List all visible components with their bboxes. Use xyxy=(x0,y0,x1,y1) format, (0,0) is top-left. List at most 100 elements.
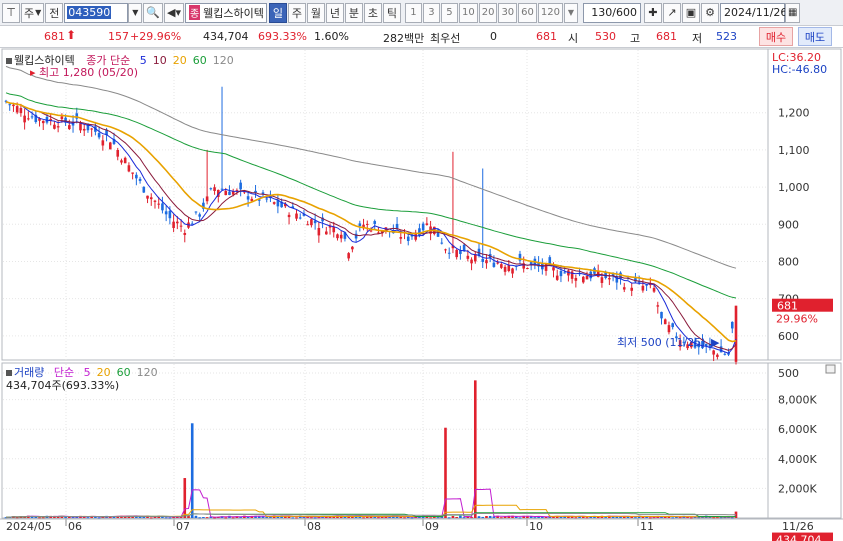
price-ma-legend-120: 120 xyxy=(212,54,234,67)
price-ma-legend-60: 60 xyxy=(192,54,207,67)
candle-body xyxy=(663,319,667,325)
x-axis-label: 06 xyxy=(68,520,82,533)
prev-button[interactable]: 전 xyxy=(45,2,64,23)
price-tick-label: 1,200 xyxy=(778,107,810,120)
candle-body xyxy=(138,178,142,181)
interval-tab-20[interactable]: 20 xyxy=(478,2,498,23)
volume-tick-label: 4,000K xyxy=(778,453,817,466)
volume-bar xyxy=(649,517,652,519)
candle-body xyxy=(544,263,548,271)
candle-body xyxy=(287,214,291,218)
price-ma-legend-5: 5 xyxy=(139,54,147,67)
interval-tab-1[interactable]: 1 xyxy=(404,2,422,23)
period-tab-5[interactable]: 초 xyxy=(363,2,382,23)
legend-square-icon xyxy=(6,58,12,64)
quote-bar: 681 ⬆ 157 +29.96% 434,704 693.33% 1.60% … xyxy=(0,26,843,48)
candle-body xyxy=(574,277,578,281)
hc-label: HC:-46.80 xyxy=(772,63,828,76)
candle-body xyxy=(503,266,507,272)
data-count-field[interactable]: 130/600 xyxy=(583,2,641,23)
candle-body xyxy=(161,203,164,211)
volume-bar xyxy=(68,516,71,518)
period-tab-3[interactable]: 년 xyxy=(325,2,344,23)
volume-bar xyxy=(403,517,406,519)
candle-body xyxy=(27,118,30,120)
chart-settings-icon[interactable]: ⊤ xyxy=(2,2,20,23)
candle-body xyxy=(23,115,26,123)
stock-code-input[interactable]: 043590 xyxy=(64,2,129,23)
candle-body xyxy=(246,196,250,200)
period-tab-1[interactable]: 주 xyxy=(287,2,306,23)
candle-body xyxy=(41,120,45,124)
turnover-rate: 1.60% xyxy=(314,30,349,43)
candle-body xyxy=(641,285,645,291)
stock-name-field[interactable]: 종 웰킵스하이텍 xyxy=(184,2,267,23)
period-tab-2[interactable]: 월 xyxy=(306,2,325,23)
period-tab-4[interactable]: 분 xyxy=(344,2,363,23)
x-axis-label: 09 xyxy=(425,520,439,533)
interval-tab-30[interactable]: 30 xyxy=(498,2,518,23)
volume-ma-legend-120: 120 xyxy=(136,366,158,379)
interval-tab-3[interactable]: 3 xyxy=(422,2,440,23)
candle-body xyxy=(347,253,350,259)
candle-body xyxy=(712,350,715,355)
gear-icon[interactable]: ⚙ xyxy=(701,2,719,23)
candle-body xyxy=(325,231,328,235)
calendar-icon[interactable]: ▦ xyxy=(785,2,801,23)
speaker-icon[interactable]: ◀▾ xyxy=(163,2,184,23)
interval-tab-60[interactable]: 60 xyxy=(518,2,537,23)
interval-tab-120[interactable]: 120 xyxy=(537,2,563,23)
interval-dropdown-icon[interactable]: ▼ xyxy=(564,2,578,23)
period-tab-0[interactable]: 일 xyxy=(268,2,287,23)
volume-bar xyxy=(168,517,172,519)
code-dropdown-icon[interactable]: ▼ xyxy=(128,2,143,23)
volume-bar xyxy=(295,517,298,519)
volume-bar xyxy=(462,517,466,519)
volume-bar xyxy=(716,517,719,519)
price-tick-label: 1,100 xyxy=(778,144,810,157)
volume-bar xyxy=(585,517,589,519)
stock-chart[interactable]: 1,2001,1001,0009008007006005008,000K6,00… xyxy=(0,48,843,541)
preferred-value: 0 xyxy=(490,30,497,43)
volume-bar xyxy=(194,515,198,518)
x-axis-label: 10 xyxy=(529,520,543,533)
candle-body xyxy=(462,244,466,251)
volume-bar xyxy=(671,517,674,519)
volume-bar xyxy=(641,516,645,518)
candle-body xyxy=(164,211,168,215)
candle-body xyxy=(198,214,201,217)
volume-bar xyxy=(481,516,485,518)
period-tab-6[interactable]: 틱 xyxy=(382,2,401,23)
price-tick-label: 1,000 xyxy=(778,181,810,194)
candle-body xyxy=(656,305,660,307)
volume-bar xyxy=(488,515,492,518)
candle-body xyxy=(12,104,15,107)
price-change: 157 xyxy=(108,30,129,43)
candle-body xyxy=(231,191,235,195)
mode-dropdown[interactable]: 주 ▼ xyxy=(21,2,45,23)
sell-button[interactable]: 매도 xyxy=(798,27,832,46)
up-arrow-icon: ⬆ xyxy=(66,28,77,42)
interval-tab-5[interactable]: 5 xyxy=(440,2,458,23)
candle-body xyxy=(559,270,563,277)
candle-body xyxy=(146,195,149,199)
date-field[interactable]: 2024/11/26 xyxy=(720,2,787,23)
volume-bar xyxy=(604,517,607,519)
volume-bar xyxy=(164,517,168,519)
draw-line-icon[interactable]: ↗ xyxy=(663,2,681,23)
volume-value: 434,704 xyxy=(203,30,249,43)
x-axis-label: 07 xyxy=(176,520,190,533)
interval-tab-10[interactable]: 10 xyxy=(458,2,478,23)
price-ma-legend-20: 20 xyxy=(172,54,187,67)
volume-bar xyxy=(343,516,347,518)
candle-body xyxy=(652,287,656,292)
low-label: 저 xyxy=(692,32,703,45)
candle-body xyxy=(399,237,403,239)
crosshair-icon[interactable]: ✚ xyxy=(644,2,662,23)
search-icon[interactable]: 🔍 xyxy=(143,2,163,23)
price-tick-label: 900 xyxy=(778,218,799,231)
buy-button[interactable]: 매수 xyxy=(759,27,793,46)
save-icon[interactable]: ▣ xyxy=(682,2,700,23)
candle-body xyxy=(339,234,343,239)
candle-body xyxy=(183,232,187,235)
